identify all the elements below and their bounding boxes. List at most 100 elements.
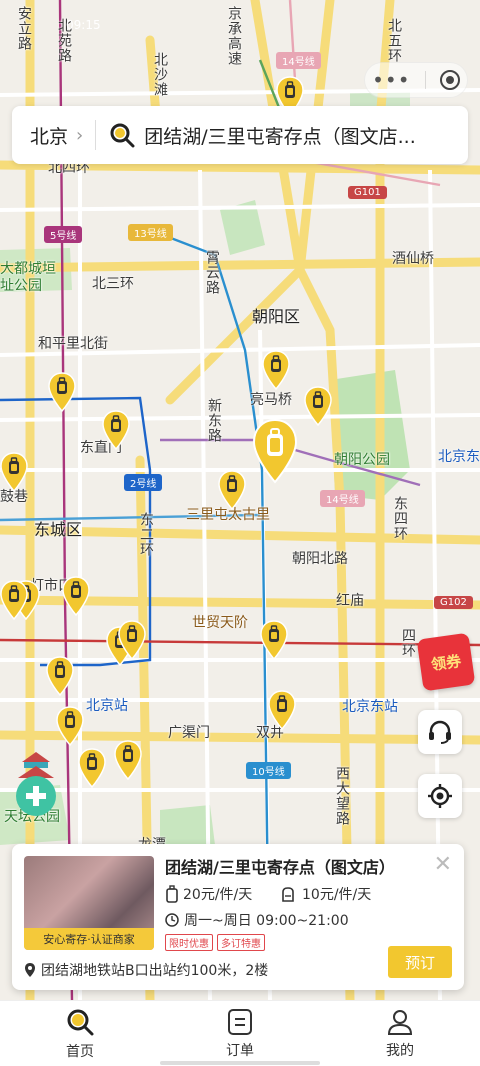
price-small-item: 10元/件/天 [280, 884, 371, 904]
store-address: 团结湖地铁站B口出站约100米，2楼 [24, 960, 268, 980]
price-large: 20元/件/天 [183, 887, 253, 903]
temple-add-button[interactable] [14, 752, 58, 818]
map-label-dongerhuan: 东二环 [138, 512, 154, 557]
map-label-beishaqu: 北沙滩 [152, 52, 168, 97]
map-label-xidawang: 西大望路 [334, 766, 350, 826]
tab-orders[interactable]: 订单 [160, 1001, 320, 1066]
price-small: 10元/件/天 [302, 887, 372, 903]
map-label-chaoyangqu: 朝阳区 [252, 307, 301, 326]
home-indicator [160, 1061, 320, 1065]
map-label-anli: 安立路 [16, 6, 32, 51]
certified-badge: 安心寄存·认证商家 [24, 928, 154, 950]
price-large-item: 20元/件/天 [165, 884, 252, 904]
bottom-tab-bar: 首页 订单 我的 [0, 1000, 480, 1066]
map-label-sihuan: 四环 [400, 628, 416, 658]
storage-point-pin[interactable] [260, 620, 288, 661]
map-label-hepingli: 和平里北街 [38, 336, 108, 352]
clock-icon [165, 913, 179, 927]
tab-profile-label: 我的 [386, 1042, 414, 1059]
store-title: 团结湖/三里屯寄存点（图文店） [165, 858, 395, 877]
map-label-beisanhuan: 北三环 [92, 276, 134, 292]
map-label-chaoyangbeilu: 朝阳北路 [292, 551, 348, 567]
tag-limited-offer: 限时优惠 [165, 934, 213, 951]
map-label-dongsihuan: 东四环 [392, 496, 408, 541]
map-label-xiaoyunlu: 霄云路 [204, 250, 220, 295]
address-text: 团结湖地铁站B口出站约100米，2楼 [41, 963, 269, 979]
badge-line10: 10号线 [246, 762, 291, 779]
map-label-xindonglu: 新东路 [206, 398, 222, 443]
search-input[interactable]: 团结湖/三里屯寄存点（图文店... [144, 122, 444, 149]
search-icon [108, 121, 136, 149]
opening-hours: 周一~周日 09:00~21:00 [165, 910, 349, 930]
chevron-right-icon: › [76, 124, 84, 146]
map-label-beijingdong: 北京东 [438, 449, 480, 465]
map-label-guangqumen: 广渠门 [168, 725, 210, 741]
customer-service-button[interactable] [418, 710, 462, 754]
storage-point-pin[interactable] [56, 706, 84, 747]
map-label-beijingdongzhan: 北京东站 [342, 699, 398, 715]
map-label-dongchengqu: 东城区 [34, 520, 83, 539]
tab-profile[interactable]: 我的 [320, 1001, 480, 1066]
storage-point-pin[interactable] [114, 740, 142, 781]
order-icon [228, 1008, 252, 1035]
badge-g102: G102 [434, 596, 473, 609]
map-label-shimaoti: 世贸天阶 [192, 615, 248, 631]
close-icon[interactable]: ✕ [434, 852, 452, 877]
capsule-divider [424, 71, 426, 89]
tab-home-label: 首页 [66, 1043, 94, 1060]
status-time: 09:15 [66, 18, 101, 32]
locate-button[interactable] [418, 774, 462, 818]
storage-point-pin[interactable] [218, 470, 246, 511]
map-label-jiuxianqiao: 酒仙桥 [392, 251, 434, 267]
storage-point-pin[interactable] [0, 452, 28, 493]
storage-point-pin[interactable] [102, 410, 130, 451]
city-selector[interactable]: 北京 › [12, 122, 83, 149]
tab-orders-label: 订单 [226, 1042, 254, 1059]
badge-line14: 14号线 [320, 490, 365, 507]
storage-point-pin[interactable] [0, 580, 28, 621]
badge-line5: 5号线 [44, 226, 83, 243]
suitcase-icon [166, 885, 178, 903]
selected-location-pin[interactable] [252, 418, 298, 484]
search-divider [95, 120, 97, 150]
hours-text: 周一~周日 09:00~21:00 [184, 913, 349, 929]
search-bar[interactable]: 北京 › 团结湖/三里屯寄存点（图文店... [12, 106, 468, 164]
badge-line13: 13号线 [128, 224, 173, 241]
miniapp-capsule: ••• [364, 62, 468, 98]
store-photo: 安心寄存·认证商家 [24, 856, 154, 950]
map-label-liangmaqiao: 亮马桥 [250, 392, 292, 408]
temple-plus-icon [16, 752, 56, 816]
location-icon [25, 963, 35, 977]
storage-point-pin[interactable] [304, 386, 332, 427]
backpack-icon [282, 887, 294, 902]
map-label-jingcheng: 京承高速 [226, 6, 242, 66]
map-label-beijingzhan: 北京站 [86, 698, 128, 714]
city-label: 北京 [30, 125, 69, 148]
coupon-redpack-button[interactable]: 领券 [416, 632, 476, 692]
more-icon[interactable]: ••• [372, 68, 410, 92]
tab-home[interactable]: 首页 [0, 1001, 160, 1066]
map-label-beiwuhuan: 北五环 [386, 18, 402, 63]
location-card[interactable]: 安心寄存·认证商家 团结湖/三里屯寄存点（图文店） ✕ 20元/件/天 10元/… [12, 844, 464, 990]
close-miniapp-icon[interactable] [439, 70, 460, 90]
coupon-label: 领券 [429, 651, 463, 674]
search-home-icon [67, 1009, 94, 1035]
storage-point-pin[interactable] [262, 350, 290, 391]
tag-multi-discount: 多订特惠 [217, 934, 265, 951]
book-button[interactable]: 预订 [388, 946, 452, 978]
map-label-yizhi: 址公园 [0, 278, 42, 294]
map-label-chaoyanggy: 朝阳公园 [334, 452, 390, 468]
headset-icon [429, 720, 451, 744]
map-label-hongmiao: 红庙 [336, 593, 364, 609]
badge-g101: G101 [348, 186, 387, 199]
user-icon [387, 1009, 413, 1035]
storage-point-pin[interactable] [78, 748, 106, 789]
storage-point-pin[interactable] [268, 690, 296, 731]
badge-line14-top: 14号线 [276, 52, 321, 69]
storage-point-pin[interactable] [62, 576, 90, 617]
badge-line2: 2号线 [124, 474, 163, 491]
storage-point-pin[interactable] [48, 372, 76, 413]
locate-icon [428, 784, 452, 808]
storage-point-pin[interactable] [118, 620, 146, 661]
storage-point-pin[interactable] [46, 656, 74, 697]
